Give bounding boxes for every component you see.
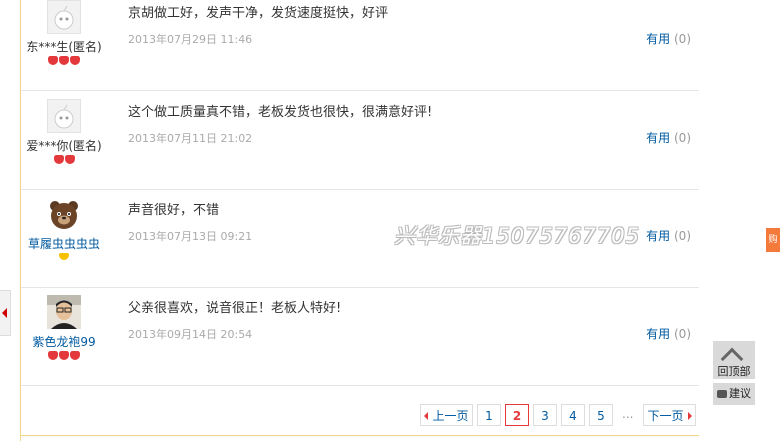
gold-gem-icon xyxy=(59,253,69,260)
gem-icon xyxy=(48,351,58,360)
username-link[interactable]: 紫色龙袍99 xyxy=(21,333,107,350)
user-level-badge xyxy=(21,155,107,165)
review-content: 声音很好，不错 xyxy=(128,203,220,218)
user-level-badge xyxy=(21,253,107,263)
useful-button[interactable]: 有用 (0) xyxy=(646,30,691,47)
watermark: 兴华乐器15075767705 xyxy=(394,224,640,248)
user-level-badge xyxy=(21,56,107,66)
arrow-left-icon xyxy=(2,308,7,318)
avatar[interactable] xyxy=(47,197,81,231)
page-2-button-current[interactable]: 2 xyxy=(505,404,529,426)
review-time: 2013年09月14日 20:54 xyxy=(128,328,253,341)
gem-icon xyxy=(59,56,69,65)
prev-page-button[interactable]: 上一页 xyxy=(420,404,473,426)
useful-count: (0) xyxy=(674,327,691,341)
default-avatar-icon xyxy=(48,1,80,33)
page-3-button[interactable]: 3 xyxy=(533,404,557,426)
arrow-right-icon xyxy=(687,412,692,420)
back-to-top-button[interactable]: 回顶部 xyxy=(713,341,755,379)
prev-page-label: 上一页 xyxy=(432,409,469,423)
review-item: 东***生(匿名) 京胡做工好，发声干净，发货速度挺快，好评 2013年07月2… xyxy=(21,0,699,91)
left-collapse-tab[interactable] xyxy=(0,290,11,336)
avatar[interactable] xyxy=(47,99,81,133)
page-4-button[interactable]: 4 xyxy=(561,404,585,426)
review-item: 爱***你(匿名) 这个做工质量真不错，老板发货也很快，很满意好评! 2013年… xyxy=(21,91,699,190)
gem-icon xyxy=(70,56,80,65)
next-page-label: 下一页 xyxy=(647,409,684,423)
page-1-button[interactable]: 1 xyxy=(477,404,501,426)
useful-count: (0) xyxy=(674,131,691,145)
arrow-left-icon xyxy=(424,412,429,420)
avatar[interactable] xyxy=(47,295,81,329)
review-time: 2013年07月29日 11:46 xyxy=(128,33,253,46)
review-item: 紫色龙袍99 父亲很喜欢，说音很正！老板人特好! 2013年09月14日 20:… xyxy=(21,287,699,386)
useful-label[interactable]: 有用 xyxy=(646,327,670,341)
right-float-tab[interactable]: 购 xyxy=(766,228,780,252)
bottom-divider xyxy=(21,435,699,436)
pagination-ellipsis: ... xyxy=(622,407,634,421)
username: 东***生(匿名) xyxy=(26,40,102,54)
review-content: 父亲很喜欢，说音很正！老板人特好! xyxy=(128,301,342,316)
next-page-button[interactable]: 下一页 xyxy=(643,404,696,426)
suggest-label: 建议 xyxy=(729,387,751,400)
gem-icon xyxy=(48,56,58,65)
useful-button[interactable]: 有用 (0) xyxy=(646,129,691,146)
useful-button[interactable]: 有用 (0) xyxy=(646,325,691,342)
default-avatar-icon xyxy=(48,100,80,132)
photo-avatar-icon xyxy=(47,295,81,329)
user-level-badge xyxy=(21,351,107,361)
useful-button[interactable]: 有用 (0) xyxy=(646,227,691,244)
suggest-button[interactable]: 建议 xyxy=(713,383,755,405)
useful-count: (0) xyxy=(674,32,691,46)
review-content: 京胡做工好，发声干净，发货速度挺快，好评 xyxy=(128,6,389,21)
page-5-button[interactable]: 5 xyxy=(589,404,613,426)
username: 爱***你(匿名) xyxy=(26,139,102,153)
username-link[interactable]: 草履虫虫虫虫 xyxy=(21,235,107,252)
useful-label[interactable]: 有用 xyxy=(646,32,670,46)
useful-label[interactable]: 有用 xyxy=(646,131,670,145)
review-time: 2013年07月11日 21:02 xyxy=(128,132,253,145)
gem-icon xyxy=(70,351,80,360)
avatar[interactable] xyxy=(47,0,81,34)
back-to-top-label: 回顶部 xyxy=(717,365,751,378)
review-content: 这个做工质量真不错，老板发货也很快，很满意好评! xyxy=(128,105,433,120)
gem-icon xyxy=(64,155,75,164)
useful-count: (0) xyxy=(674,229,691,243)
comment-icon xyxy=(717,390,727,398)
review-time: 2013年07月13日 09:21 xyxy=(128,230,253,243)
gem-icon xyxy=(59,351,69,360)
bear-avatar-icon xyxy=(50,201,78,229)
gem-icon xyxy=(53,155,64,164)
useful-label[interactable]: 有用 xyxy=(646,229,670,243)
